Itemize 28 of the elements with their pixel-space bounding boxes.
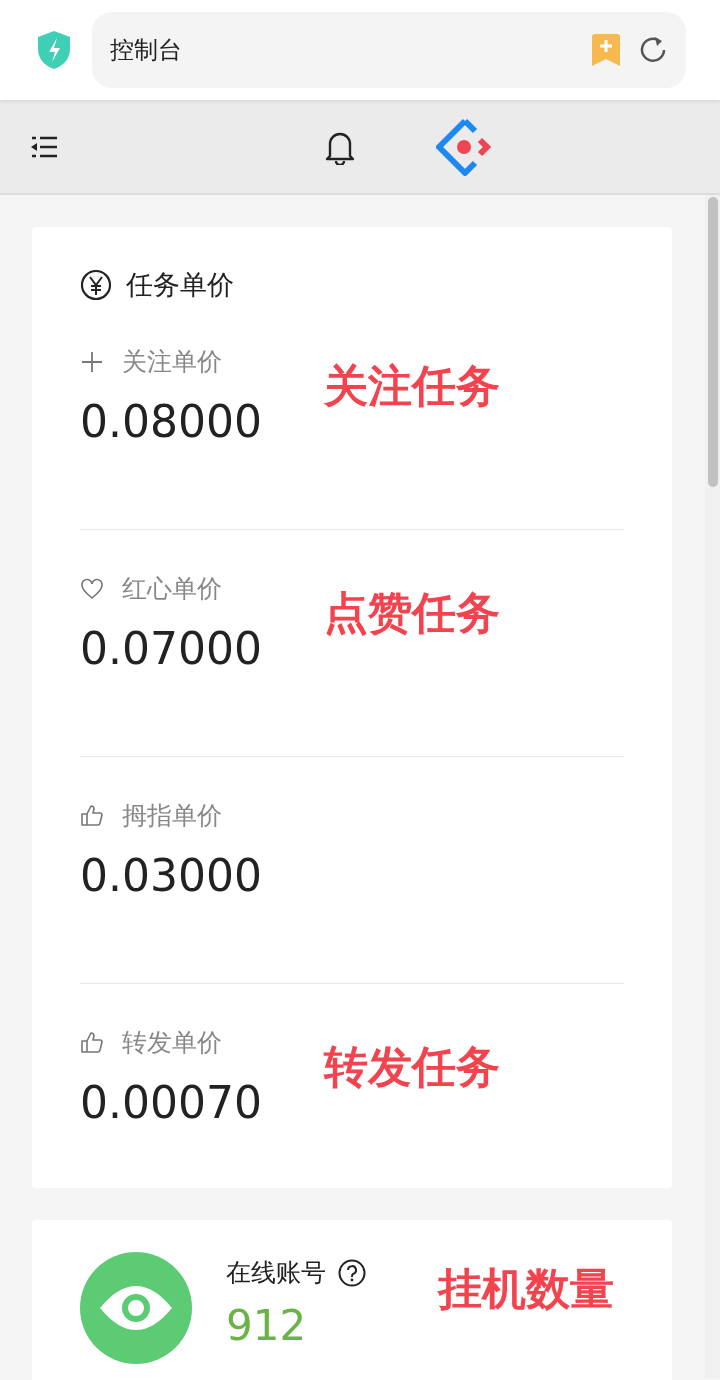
card-title: 任务单价	[126, 268, 234, 302]
annotation-text: 关注任务	[324, 359, 500, 413]
menu-fold-icon[interactable]	[30, 134, 58, 159]
annotation-text: 点赞任务	[324, 586, 500, 640]
help-icon[interactable]	[338, 1258, 366, 1287]
price-value: 0.03000	[80, 850, 263, 901]
price-value: 0.07000	[80, 623, 263, 674]
plus-icon	[80, 349, 104, 374]
annotation-text: 挂机数量	[438, 1262, 614, 1316]
address-bar[interactable]: 控制台	[92, 12, 686, 88]
annotation-text: 转发任务	[324, 1040, 500, 1094]
heart-icon	[80, 576, 104, 601]
yen-icon	[80, 269, 112, 301]
logo-icon	[436, 117, 494, 176]
stat-label: 在线账号	[226, 1257, 326, 1289]
scrollbar-thumb[interactable]	[708, 197, 718, 487]
price-label: 关注单价	[122, 346, 222, 378]
stat-value: 912	[226, 1301, 308, 1350]
price-label: 拇指单价	[122, 800, 222, 832]
page-title: 控制台	[110, 35, 183, 66]
price-label: 转发单价	[122, 1027, 222, 1059]
thumbs-up-icon	[80, 1030, 104, 1055]
price-value: 0.08000	[80, 396, 263, 447]
reload-icon[interactable]	[638, 35, 668, 65]
thumbs-up-icon	[80, 803, 104, 828]
eye-icon	[80, 1252, 192, 1364]
price-value: 0.00070	[80, 1077, 263, 1128]
price-label: 红心单价	[122, 573, 222, 605]
